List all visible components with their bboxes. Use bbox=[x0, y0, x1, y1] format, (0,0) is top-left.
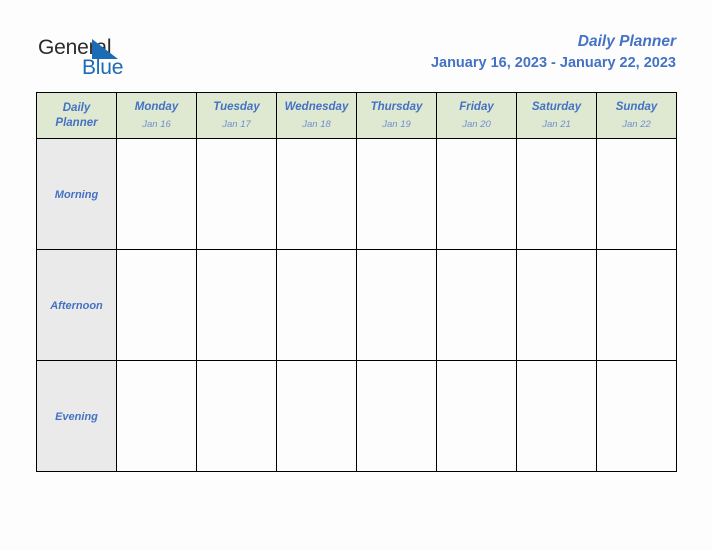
day-header-sunday: Sunday Jan 22 bbox=[596, 92, 677, 139]
day-date-label: Jan 22 bbox=[622, 118, 651, 130]
day-date-label: Jan 16 bbox=[142, 118, 171, 130]
title-block: Daily Planner January 16, 2023 - January… bbox=[431, 32, 676, 74]
day-header-saturday: Saturday Jan 21 bbox=[516, 92, 597, 139]
brand-logo[interactable]: General Blue bbox=[38, 36, 158, 82]
day-header-friday: Friday Jan 20 bbox=[436, 92, 517, 139]
day-date-label: Jan 19 bbox=[382, 118, 411, 130]
day-date-label: Jan 21 bbox=[542, 118, 571, 130]
day-date-label: Jan 18 bbox=[302, 118, 331, 130]
slot-morning-wednesday[interactable] bbox=[276, 138, 357, 250]
day-header-tuesday: Tuesday Jan 17 bbox=[196, 92, 277, 139]
page-title: Daily Planner bbox=[577, 33, 676, 50]
slot-afternoon-sunday[interactable] bbox=[596, 249, 677, 361]
day-header-wednesday: Wednesday Jan 18 bbox=[276, 92, 357, 139]
slot-evening-thursday[interactable] bbox=[356, 360, 437, 472]
slot-evening-monday[interactable] bbox=[116, 360, 197, 472]
slot-morning-thursday[interactable] bbox=[356, 138, 437, 250]
row-label-text: Afternoon bbox=[50, 300, 103, 312]
slot-morning-friday[interactable] bbox=[436, 138, 517, 250]
day-name-label: Thursday bbox=[370, 100, 423, 113]
slot-afternoon-thursday[interactable] bbox=[356, 249, 437, 361]
day-name-label: Saturday bbox=[531, 100, 582, 113]
slot-afternoon-tuesday[interactable] bbox=[196, 249, 277, 361]
slot-morning-monday[interactable] bbox=[116, 138, 197, 250]
slot-evening-tuesday[interactable] bbox=[196, 360, 277, 472]
slot-morning-sunday[interactable] bbox=[596, 138, 677, 250]
day-name-label: Monday bbox=[134, 100, 179, 113]
day-header-thursday: Thursday Jan 19 bbox=[356, 92, 437, 139]
slot-evening-sunday[interactable] bbox=[596, 360, 677, 472]
table-row-evening: Evening bbox=[36, 360, 677, 472]
day-name-label: Friday bbox=[459, 100, 494, 113]
row-label-evening: Evening bbox=[36, 360, 117, 472]
row-label-text: Evening bbox=[55, 411, 98, 423]
day-date-label: Jan 20 bbox=[462, 118, 491, 130]
slot-evening-saturday[interactable] bbox=[516, 360, 597, 472]
slot-afternoon-monday[interactable] bbox=[116, 249, 197, 361]
brand-name-blue: Blue bbox=[82, 56, 124, 79]
date-range-subtitle: January 16, 2023 - January 22, 2023 bbox=[430, 55, 676, 71]
day-date-label: Jan 17 bbox=[222, 118, 251, 130]
slot-morning-tuesday[interactable] bbox=[196, 138, 277, 250]
table-row-morning: Morning bbox=[36, 138, 677, 250]
corner-header-line1: Daily bbox=[62, 101, 91, 114]
daily-planner-table: Daily Planner Monday Jan 16 Tuesday Jan … bbox=[36, 92, 677, 472]
day-header-monday: Monday Jan 16 bbox=[116, 92, 197, 139]
slot-morning-saturday[interactable] bbox=[516, 138, 597, 250]
row-label-text: Morning bbox=[54, 189, 99, 201]
day-name-label: Wednesday bbox=[284, 100, 349, 113]
slot-afternoon-wednesday[interactable] bbox=[276, 249, 357, 361]
table-row-afternoon: Afternoon bbox=[36, 249, 677, 361]
row-label-morning: Morning bbox=[36, 138, 117, 250]
slot-evening-wednesday[interactable] bbox=[276, 360, 357, 472]
page-header: General Blue Daily Planner January 16, 2… bbox=[0, 0, 712, 92]
slot-evening-friday[interactable] bbox=[436, 360, 517, 472]
day-name-label: Sunday bbox=[615, 100, 658, 113]
day-name-label: Tuesday bbox=[213, 100, 260, 113]
corner-header-line2: Planner bbox=[55, 116, 98, 129]
row-label-afternoon: Afternoon bbox=[36, 249, 117, 361]
slot-afternoon-friday[interactable] bbox=[436, 249, 517, 361]
slot-afternoon-saturday[interactable] bbox=[516, 249, 597, 361]
table-header-row: Daily Planner Monday Jan 16 Tuesday Jan … bbox=[36, 92, 677, 139]
corner-header-cell: Daily Planner bbox=[36, 92, 117, 139]
